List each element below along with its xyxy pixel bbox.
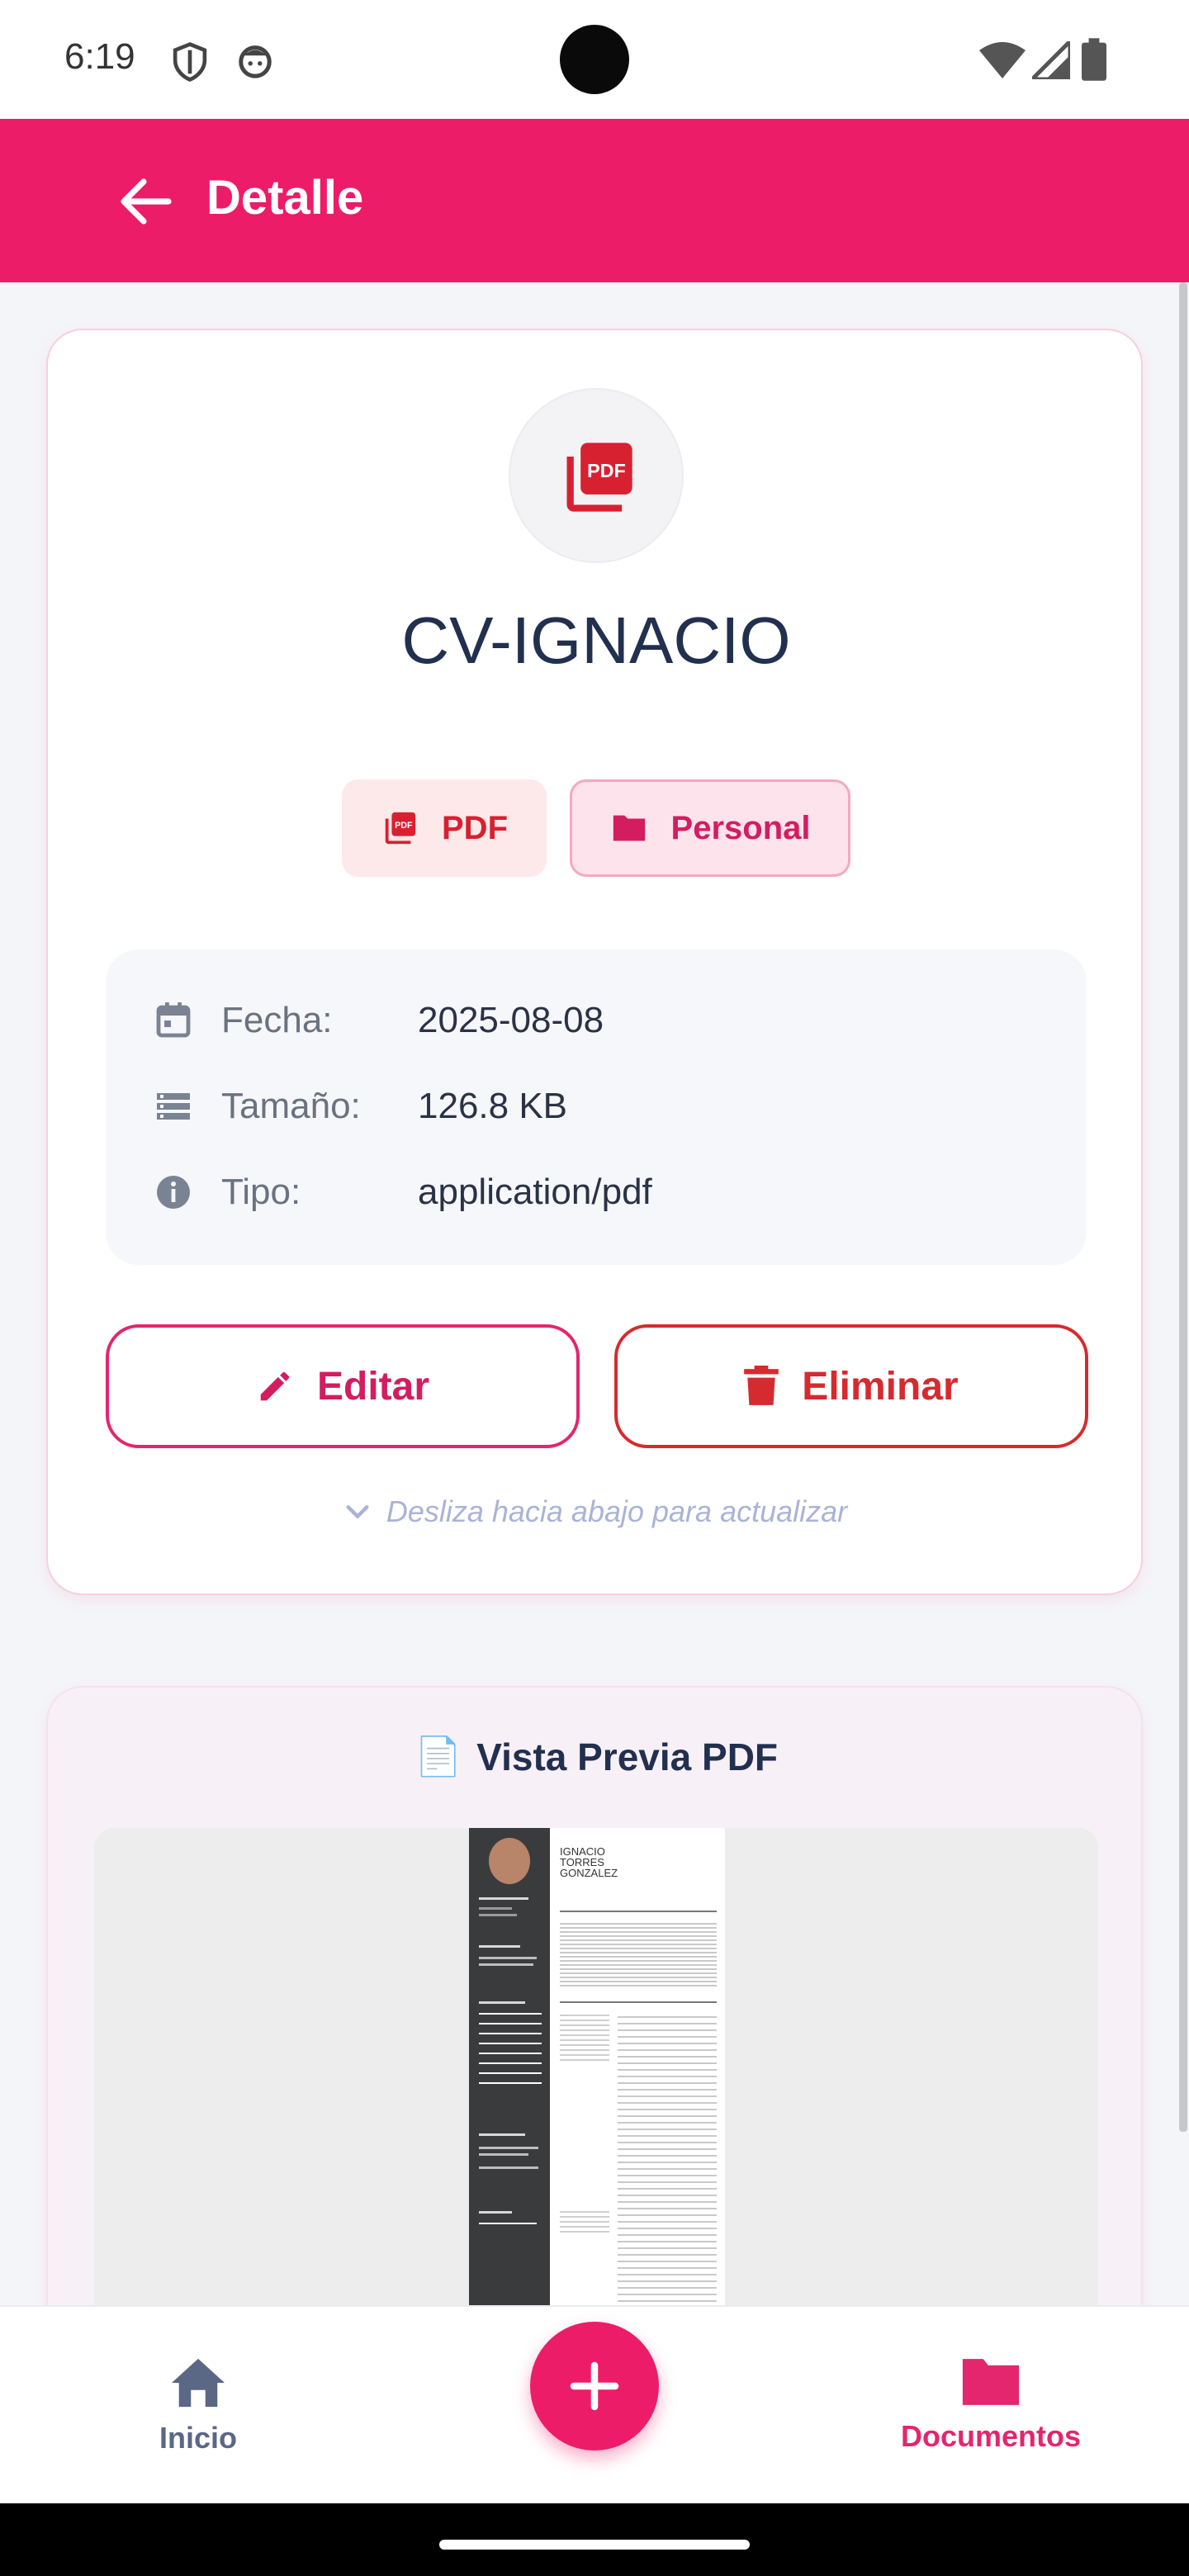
resume-name-line: GONZALEZ [560, 1867, 618, 1879]
resume-line [479, 2147, 538, 2149]
resume-line [479, 2166, 538, 2169]
document-detail-card: PDF CV-IGNACIO PDF PDF Personal Fecha: 2… [46, 329, 1143, 1595]
home-icon [172, 2358, 225, 2408]
resume-line [479, 1897, 528, 1900]
edit-button[interactable]: Editar [106, 1324, 580, 1448]
pdf-file-icon: PDF [566, 443, 632, 512]
resume-line [479, 2062, 542, 2064]
resume-line [479, 2043, 542, 2044]
battery-icon [1082, 38, 1106, 81]
resume-line [479, 2133, 525, 2136]
delete-button[interactable]: Eliminar [614, 1324, 1088, 1448]
wifi-icon [979, 42, 1026, 78]
info-row-date: Fecha: 2025-08-08 [154, 996, 604, 1045]
add-document-button[interactable] [530, 2322, 659, 2451]
edit-label: Editar [316, 1364, 430, 1409]
resume-line [479, 2082, 542, 2084]
resume-divider [560, 1911, 717, 1912]
cellular-signal-icon [1032, 41, 1070, 79]
pull-to-refresh-hint: Desliza hacia abajo para actualizar [48, 1494, 1144, 1529]
resume-line [479, 2211, 512, 2214]
resume-line [479, 2153, 528, 2156]
nav-item-documentos[interactable]: Documentos [892, 2356, 1090, 2454]
home-gesture-handle[interactable] [439, 2540, 750, 2550]
preview-title-text: Vista Previa PDF [476, 1735, 779, 1778]
file-type-label: PDF [442, 809, 508, 846]
resume-photo [489, 1838, 530, 1884]
document-emoji-icon: 📄 [414, 1735, 462, 1778]
chevron-down-icon [346, 1505, 369, 1519]
resume-line [479, 2001, 525, 2004]
resume-line [479, 2053, 542, 2054]
status-time: 6:19 [64, 36, 135, 77]
app-bar: Detalle [0, 119, 1189, 282]
svg-text:PDF: PDF [587, 460, 626, 481]
pencil-icon [260, 1371, 290, 1401]
calendar-icon [156, 1002, 191, 1038]
status-bar: 6:19 [0, 0, 1189, 119]
document-title: CV-IGNACIO [401, 604, 791, 677]
resume-line [479, 2033, 542, 2034]
nav-item-inicio[interactable]: Inicio [99, 2356, 297, 2455]
resume-line [479, 2023, 542, 2024]
nav-label: Documentos [900, 2419, 1082, 2453]
info-row-type: Tipo: application/pdf [154, 1167, 652, 1217]
refresh-hint-text: Desliza hacia abajo para actualizar [386, 1494, 848, 1528]
resume-divider [560, 2001, 717, 2003]
info-row-size: Tamaño: 126.8 KB [154, 1082, 567, 1131]
pdf-resume-sidebar [469, 1828, 550, 2305]
storage-icon [157, 1093, 190, 1120]
plus-icon [570, 2361, 619, 2411]
resume-line [479, 1957, 537, 1959]
info-label: Fecha: [221, 1000, 333, 1040]
resume-name: IGNACIO TORRES GONZALEZ [560, 1846, 618, 1878]
folder-icon [962, 2359, 1020, 2405]
document-info-panel: Fecha: 2025-08-08 Tamaño: 126.8 KB Tipo:… [106, 949, 1087, 1265]
resume-line [479, 1914, 517, 1916]
resume-line [479, 1907, 512, 1910]
info-value: 126.8 KB [418, 1086, 568, 1126]
camera-cutout [560, 25, 629, 94]
folder-icon [613, 815, 645, 841]
resume-line [479, 2013, 542, 2015]
info-label: Tipo: [221, 1172, 301, 1212]
resume-line [479, 2223, 537, 2224]
back-arrow-icon[interactable] [119, 177, 172, 226]
resume-line [479, 2072, 542, 2074]
info-value: application/pdf [418, 1172, 652, 1212]
resume-line [479, 1945, 520, 1948]
svg-text:PDF: PDF [395, 821, 413, 831]
delete-label: Eliminar [802, 1364, 959, 1409]
trash-icon [744, 1366, 779, 1405]
pdf-chip-icon: PDF [385, 812, 416, 845]
pdf-preview-card: 📄 Vista Previa PDF IGNACIO TORRES GONZAL… [46, 1686, 1143, 2305]
info-icon [157, 1176, 190, 1209]
android-face-icon [239, 45, 272, 78]
document-avatar: PDF [509, 388, 684, 563]
pdf-page-thumbnail: IGNACIO TORRES GONZALEZ [469, 1828, 725, 2305]
scroll-content[interactable]: PDF CV-IGNACIO PDF PDF Personal Fecha: 2… [0, 282, 1189, 2305]
file-type-chip: PDF PDF [342, 779, 547, 877]
pdf-preview-frame[interactable]: IGNACIO TORRES GONZALEZ [94, 1828, 1098, 2305]
nav-label: Inicio [159, 2421, 237, 2455]
info-label: Tamaño: [221, 1086, 361, 1126]
resume-text-block [560, 1920, 717, 1986]
resume-line [479, 1963, 533, 1966]
info-value: 2025-08-08 [418, 1000, 604, 1040]
resume-text-block [560, 2208, 609, 2233]
preview-title: 📄 Vista Previa PDF [48, 1734, 1144, 1779]
page-title: Detalle [206, 171, 364, 225]
scrollbar[interactable] [1179, 282, 1187, 2132]
shield-icon [173, 42, 207, 82]
resume-text-block [560, 2011, 609, 2061]
category-chip: Personal [570, 779, 850, 877]
resume-text-block [618, 2011, 717, 2305]
category-label: Personal [670, 809, 811, 846]
